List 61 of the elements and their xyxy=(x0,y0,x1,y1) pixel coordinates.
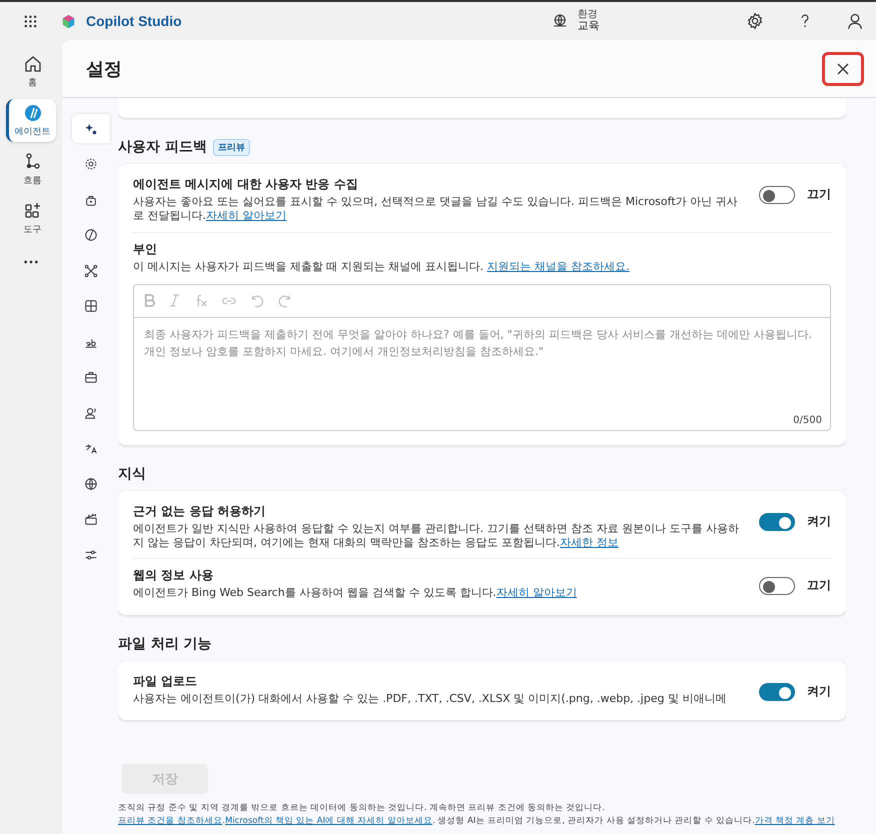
app-launcher-icon[interactable] xyxy=(24,14,37,28)
section-title: 파일 처리 기능 xyxy=(118,634,212,653)
network-icon xyxy=(84,264,98,278)
setting-description: 에이전트가 Bing Web Search를 사용하여 웹을 검색할 수 있도록 합니다.자세히 알아보기 xyxy=(133,586,578,601)
preview-badge: 프리뷰 xyxy=(212,138,250,156)
grid-icon xyxy=(84,299,98,313)
setting-description: 사용자는 좋아요 또는 싫어요를 표시할 수 있으며, 선택적으로 댓글을 남길 수도 있습니다. 피드백은 Microsoft가 아닌 귀사로 전달됩니다.자세히 알아보기 xyxy=(133,195,739,224)
legal-notice: 조직의 규정 준수 및 지역 경계를 밖으로 흐르는 데이터에 동의하는 것입니다. 계속하면 프리뷰 조건에 동의하는 것입니다. 프리뷰 조건을 참조하세요.Microsoft의 책임 있는 AI에 대해 자세히 알아보세요. 생성형 AI는 프리미엄 기능으로, 관리자가 사용 설정하거나 관리할 수 있습니다.가격 책정 계층 보기 xyxy=(118,802,836,828)
environment-label: 환경 xyxy=(578,9,599,20)
learn-more-link[interactable]: 자세한 정보 xyxy=(560,536,618,550)
close-icon xyxy=(836,62,850,76)
home-icon xyxy=(22,54,42,74)
clapper-icon xyxy=(84,512,98,526)
settings-nav-item[interactable] xyxy=(72,114,110,143)
setting-description: 에이전트가 일반 지식만 사용하여 응답할 수 있는지 여부를 관리합니다. 끄기를 선택하면 참조 자료 원본이나 도구를 사용하지 않는 응답이 차단되며, 여기에는 현재 대화의 맥락만을 참조하는 응답도 포함됩니다.자세한 정보 xyxy=(133,522,740,550)
toggle-switch[interactable] xyxy=(759,577,795,596)
setting-title: 웹의 정보 사용 xyxy=(133,567,214,584)
toggle-label: 켜기 xyxy=(807,682,831,700)
nav-item[interactable]: 홈 xyxy=(6,50,56,93)
nav-item[interactable]: 흐름 xyxy=(6,148,56,191)
user-icon[interactable] xyxy=(846,12,864,30)
sliders-icon xyxy=(84,548,98,562)
voice-icon xyxy=(84,406,98,420)
learn-more-link[interactable]: 자세히 알아보기 xyxy=(206,209,286,222)
setting-title: 에이전트 메시지에 대한 사용자 반응 수집 xyxy=(133,176,359,193)
placeholder-text: 최종 사용자가 피드백을 제출하기 전에 무엇을 알아야 하나요? 예를 들어, "귀하의 피드백은 당사 서비스를 개선하는 데에만 사용됩니다. 개인 정보나 암호를 포함하지 마세요. 여기에서 개인정보처리방침을 참조하세요." xyxy=(144,326,813,360)
app-title: Copilot Studio xyxy=(86,13,182,29)
logo-icon xyxy=(61,14,76,28)
setting-title: 근거 없는 응답 허용하기 xyxy=(133,502,267,520)
setting-description: 사용자는 에이전트이(가) 대화에서 사용할 수 있는 .PDF, .TXT, .CSV, .XLSX 및 이미지(.png, .webp, .jpeg 및 비애니메 xyxy=(133,692,728,706)
setting-title: 파일 업로드 xyxy=(133,672,198,690)
legal-link[interactable]: 프리뷰 조건을 참조하세요 xyxy=(118,816,222,826)
legal-link[interactable]: Microsoft의 책임 있는 AI에 대해 자세히 알아보세요 xyxy=(225,816,432,826)
slash-icon xyxy=(84,228,98,242)
briefcase-icon xyxy=(84,370,98,384)
toggle-label: 끄기 xyxy=(807,577,831,594)
globe-icon[interactable] xyxy=(552,13,568,29)
legal-link[interactable]: 가격 책정 계층 보기 xyxy=(754,816,835,826)
environment-name[interactable]: 교육 xyxy=(578,20,600,33)
nav-item[interactable]: 도구 xyxy=(6,197,56,240)
toggle-switch[interactable] xyxy=(759,512,795,531)
character-counter: 0/500 xyxy=(793,414,822,426)
toggle-switch[interactable] xyxy=(759,682,795,701)
toggle-label: 켜기 xyxy=(807,512,831,530)
setting-description: 이 메시지는 사용자가 피드백을 제출할 때 지원되는 채널에 표시됩니다. 지원되는 채널을 참조하세요. xyxy=(133,260,630,274)
learn-more-link[interactable]: 자세히 알아보기 xyxy=(496,586,577,600)
section-title: 사용자 피드백 xyxy=(118,138,207,156)
sparkle-icon xyxy=(84,122,98,136)
panel-title: 설정 xyxy=(86,58,123,80)
channels-link[interactable]: 지원되는 채널을 참조하세요. xyxy=(486,260,630,273)
section-title: 지식 xyxy=(118,464,146,483)
agent-icon xyxy=(22,103,42,123)
close-button[interactable] xyxy=(822,52,864,86)
setting-title: 부인 xyxy=(133,240,158,258)
settings-icon[interactable] xyxy=(746,12,764,30)
toggle-switch[interactable] xyxy=(759,186,795,204)
more-icon[interactable] xyxy=(23,260,39,264)
toggle-label: 끄기 xyxy=(807,186,831,203)
globe-icon xyxy=(84,476,98,490)
gear-icon xyxy=(84,157,98,171)
nav-item[interactable]: 에이전트 xyxy=(6,99,56,142)
